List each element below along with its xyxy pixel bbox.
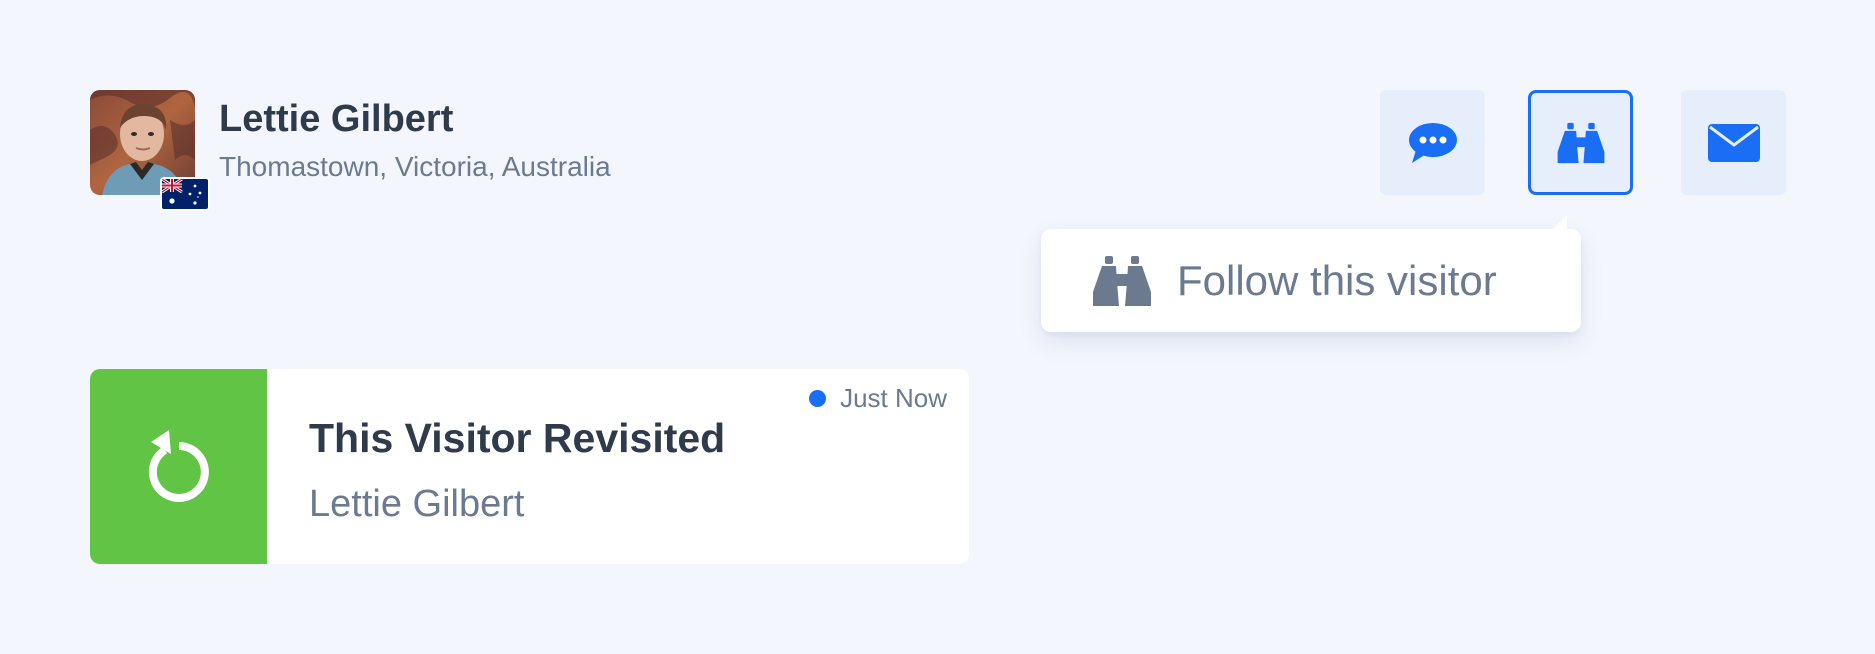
email-button[interactable] xyxy=(1681,90,1786,195)
activity-time: Just Now xyxy=(840,383,947,413)
activity-timestamp: Just Now xyxy=(809,383,947,413)
binoculars-icon xyxy=(1093,255,1151,306)
activity-card[interactable]: Just Now This Visitor Revisited Lettie G… xyxy=(90,369,969,564)
binoculars-icon xyxy=(1557,122,1604,163)
envelope-icon xyxy=(1707,123,1760,162)
visitor-actions xyxy=(1380,90,1786,195)
visitor-location: Thomastown, Victoria, Australia xyxy=(219,151,611,182)
activity-card-accent xyxy=(90,369,267,564)
activity-visitor-name: Lettie Gilbert xyxy=(309,483,525,525)
revisit-arrow-icon xyxy=(148,429,209,502)
activity-title: This Visitor Revisited xyxy=(309,415,726,461)
tooltip-icon-wrap xyxy=(1091,255,1153,306)
visitor-name: Lettie Gilbert xyxy=(219,98,454,140)
activity-card-body: Just Now This Visitor Revisited Lettie G… xyxy=(267,369,969,564)
avatar-wrapper xyxy=(90,90,210,211)
australia-flag-icon xyxy=(160,177,210,211)
chat-bubble-icon xyxy=(1408,122,1457,163)
follow-button[interactable] xyxy=(1528,90,1633,195)
tooltip-text: Follow this visitor xyxy=(1177,256,1497,304)
visitor-profile: Lettie Gilbert Thomastown, Victoria, Aus… xyxy=(90,90,611,211)
follow-tooltip: Follow this visitor xyxy=(1041,215,1581,332)
chat-button[interactable] xyxy=(1380,90,1485,195)
status-dot xyxy=(809,389,827,407)
visitor-identity: Lettie Gilbert Thomastown, Victoria, Aus… xyxy=(219,96,611,184)
